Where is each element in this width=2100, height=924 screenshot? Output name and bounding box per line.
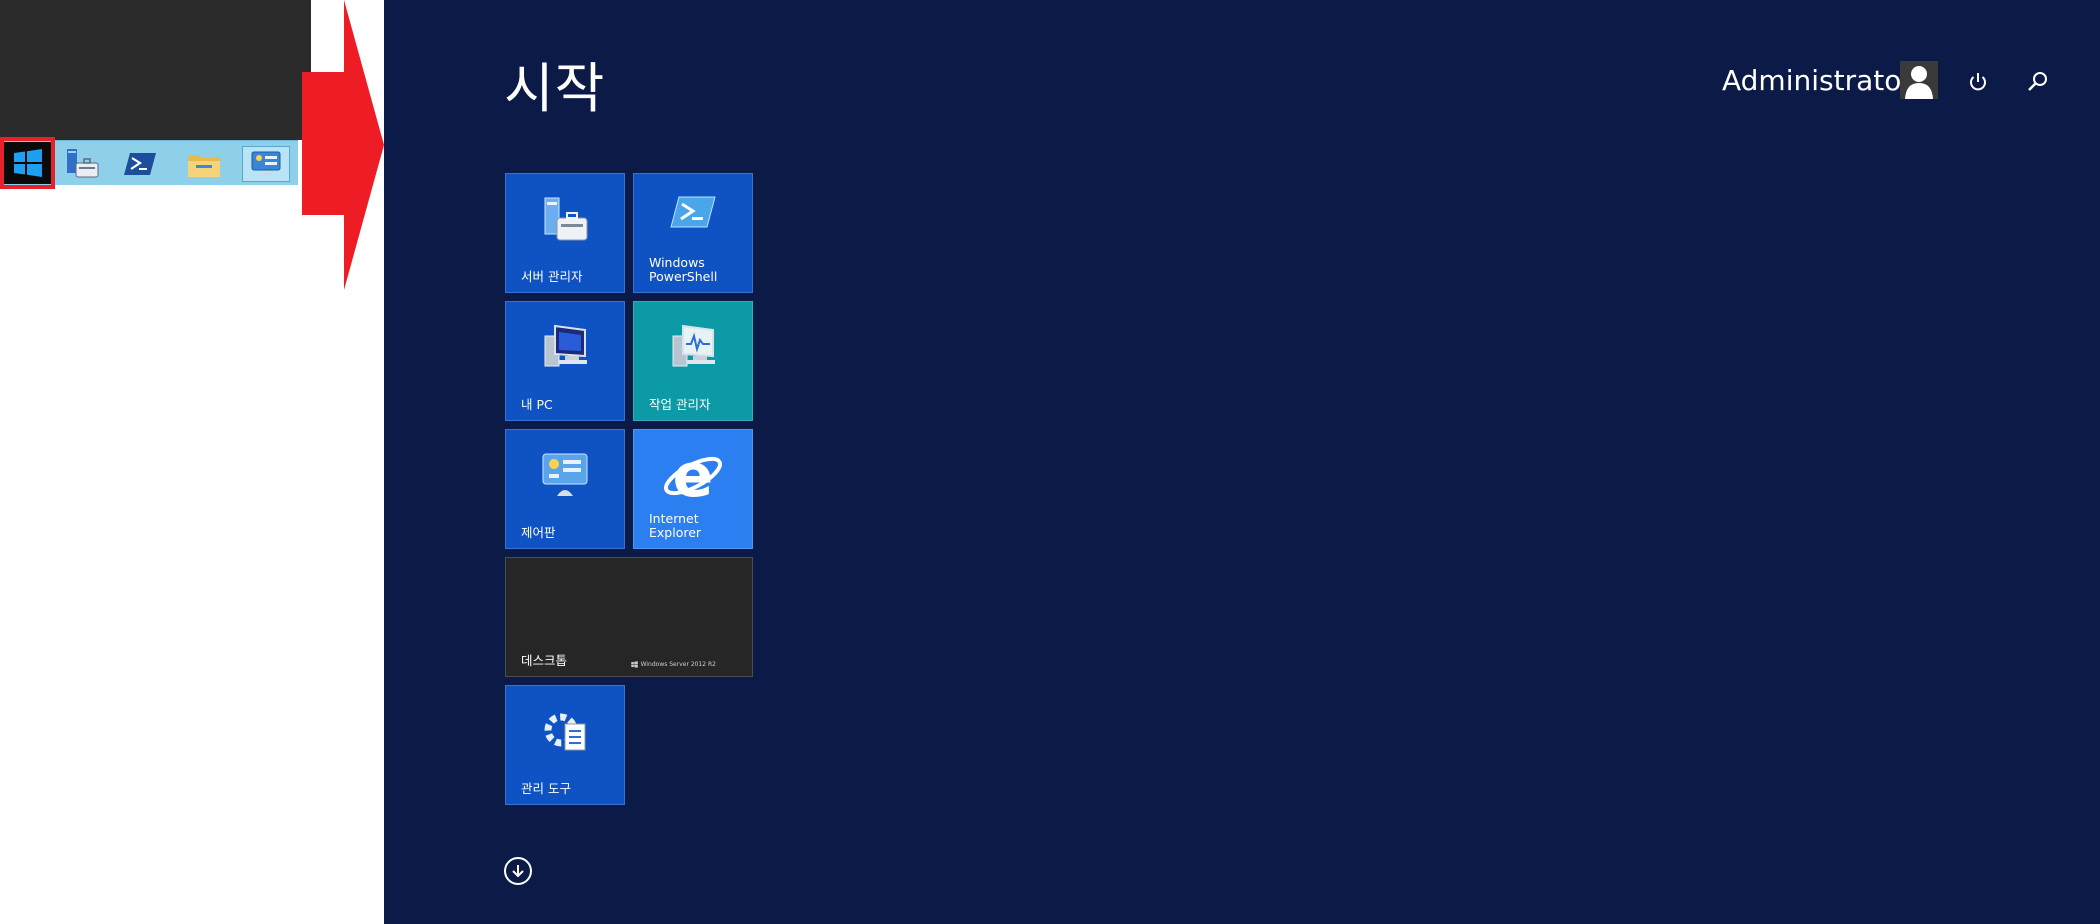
powershell-icon <box>124 153 156 175</box>
taskbar-file-explorer[interactable] <box>180 146 228 182</box>
tile-label: Internet Explorer <box>649 511 702 540</box>
tile-desktop[interactable]: 데스크톱 Windows Server 2012 R2 <box>505 557 753 677</box>
tile-label: 데스크톱 <box>521 653 568 668</box>
file-explorer-icon <box>188 155 220 177</box>
desktop-brand: Windows Server 2012 R2 <box>630 661 716 668</box>
tile-task-manager[interactable]: 작업 관리자 <box>633 301 753 421</box>
admin-tools-icon <box>544 713 586 751</box>
tile-internet-explorer[interactable]: e Internet Explorer <box>633 429 753 549</box>
page-title: 시작 <box>504 57 606 120</box>
control-panel-icon <box>542 453 588 496</box>
tile-powershell[interactable]: Windows PowerShell <box>633 173 753 293</box>
windows-logo-icon <box>630 661 638 668</box>
computer-icon <box>544 324 587 367</box>
tile-control-panel[interactable]: 제어판 <box>505 429 625 549</box>
control-panel-icon <box>251 151 281 176</box>
server-manager-icon <box>67 149 99 178</box>
search-button[interactable] <box>2024 68 2052 96</box>
power-button[interactable] <box>1964 68 1992 96</box>
all-apps-button[interactable] <box>504 857 532 885</box>
tile-label: 관리 도구 <box>521 781 571 796</box>
tile-label: 서버 관리자 <box>521 269 583 284</box>
red-arrow-icon <box>302 0 384 290</box>
taskbar-control-panel[interactable] <box>242 146 290 182</box>
desktop-background <box>0 0 311 140</box>
server-manager-icon <box>544 197 588 241</box>
taskbar-server-manager[interactable] <box>58 146 106 182</box>
tile-label: Windows PowerShell <box>649 255 718 284</box>
avatar[interactable] <box>1900 61 1938 99</box>
task-manager-icon <box>672 324 715 367</box>
taskbar-powershell[interactable] <box>116 146 164 182</box>
desktop-brand-text: Windows Server 2012 R2 <box>640 661 716 668</box>
powershell-icon <box>670 196 716 228</box>
user-avatar-icon <box>1900 61 1938 99</box>
user-name[interactable]: Administrator <box>1722 64 1913 97</box>
tile-this-pc[interactable]: 내 PC <box>505 301 625 421</box>
tile-server-manager[interactable]: 서버 관리자 <box>505 173 625 293</box>
internet-explorer-icon: e <box>664 444 722 508</box>
svg-text:e: e <box>673 444 714 508</box>
down-arrow-icon <box>512 865 524 878</box>
tile-admin-tools[interactable]: 관리 도구 <box>505 685 625 805</box>
tile-label: 내 PC <box>521 397 553 412</box>
tile-label: 제어판 <box>521 525 556 540</box>
start-button-highlight <box>0 137 55 189</box>
tile-label: 작업 관리자 <box>649 397 711 412</box>
power-icon <box>1970 73 1986 91</box>
search-icon <box>2028 72 2047 91</box>
